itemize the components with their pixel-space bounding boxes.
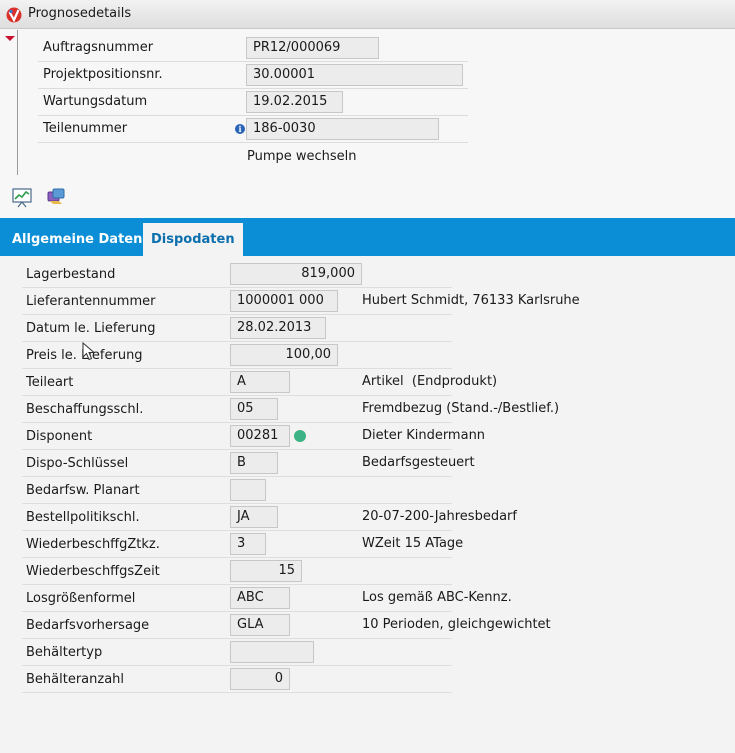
bestellpolitikschl-description: 20-07-200-Jahresbedarf: [362, 509, 517, 524]
header-divider: [17, 30, 18, 175]
datum-lieferung-field[interactable]: 28.02.2013: [230, 317, 326, 339]
beschaffungsschl-label: Beschaffungsschl.: [26, 402, 144, 417]
teileart-description: Artikel (Endprodukt): [362, 374, 498, 389]
tab-bar: Allgemeine Daten Dispodaten: [0, 218, 735, 256]
disponent-name: Dieter Kindermann: [362, 428, 486, 443]
lieferantennummer-field[interactable]: 1000001 000: [230, 290, 338, 312]
wartungsdatum-label: Wartungsdatum: [43, 94, 148, 109]
app-logo-icon: [6, 7, 22, 23]
losgroessenformel-label: Losgrößenformel: [26, 591, 136, 606]
projektposition-field[interactable]: 30.00001: [246, 64, 463, 86]
behaelteranzahl-field[interactable]: 0: [230, 668, 290, 690]
wiederbeschffgs-zeit-label: WiederbeschffgsZeit: [26, 564, 160, 579]
collapse-arrow-icon[interactable]: [5, 36, 15, 41]
disponent-label: Disponent: [26, 429, 93, 444]
disponent-field[interactable]: 00281: [230, 425, 290, 447]
teilenummer-description: Pumpe wechseln: [247, 149, 357, 164]
export-icon[interactable]: [45, 186, 67, 208]
beschaffungsschl-description: Fremdbezug (Stand.-/Bestlief.): [362, 401, 560, 416]
losgroessenformel-description: Los gemäß ABC-Kennz.: [362, 590, 512, 605]
bestellpolitikschl-label: Bestellpolitikschl.: [26, 510, 140, 525]
mouse-cursor-icon: [82, 342, 96, 361]
wartungsdatum-field[interactable]: 19.02.2015: [246, 91, 343, 113]
window-title: Prognosedetails: [28, 6, 132, 21]
wiederbeschffgs-zeit-field[interactable]: 15: [230, 560, 302, 582]
beschaffungsschl-field[interactable]: 05: [230, 398, 278, 420]
dispo-schluessel-field[interactable]: B: [230, 452, 278, 474]
lieferantennummer-label: Lieferantennummer: [26, 294, 156, 309]
behaeltertyp-label: Behältertyp: [26, 645, 103, 660]
wiederbeschffg-ztkz-description: WZeit 15 ATage: [362, 536, 464, 551]
lagerbestand-field[interactable]: 819,000: [230, 263, 362, 285]
wiederbeschffg-ztkz-field[interactable]: 3: [230, 533, 266, 555]
auftragsnummer-label: Auftragsnummer: [43, 40, 154, 55]
lagerbestand-label: Lagerbestand: [26, 267, 116, 282]
datum-lieferung-label: Datum le. Lieferung: [26, 321, 156, 336]
bestellpolitikschl-field[interactable]: JA: [230, 506, 278, 528]
title-bar: Prognosedetails: [0, 0, 735, 29]
lieferant-name: Hubert Schmidt, 76133 Karlsruhe: [362, 293, 580, 308]
tab-allgemeine-daten[interactable]: Allgemeine Daten: [4, 223, 150, 256]
teilenummer-field[interactable]: 186-0030: [246, 118, 439, 140]
teilenummer-label: Teilenummer: [43, 121, 128, 136]
auftragsnummer-field[interactable]: PR12/000069: [246, 37, 379, 59]
bedarfsvorhersage-label: Bedarfsvorhersage: [26, 618, 150, 633]
disponent-status-dot: [294, 430, 306, 442]
info-icon[interactable]: i: [235, 124, 245, 134]
tab-dispodaten[interactable]: Dispodaten: [143, 223, 243, 256]
teileart-field[interactable]: A: [230, 371, 290, 393]
teileart-label: Teileart: [26, 375, 74, 390]
chart-icon[interactable]: [11, 186, 33, 208]
behaelteranzahl-label: Behälteranzahl: [26, 672, 125, 687]
bedarfsw-planart-field[interactable]: [230, 479, 266, 501]
projektposition-label: Projektpositionsnr.: [43, 67, 163, 82]
bedarfsw-planart-label: Bedarfsw. Planart: [26, 483, 140, 498]
behaeltertyp-field[interactable]: [230, 641, 314, 663]
bedarfsvorhersage-description: 10 Perioden, gleichgewichtet: [362, 617, 551, 632]
dispo-schluessel-label: Dispo-Schlüssel: [26, 456, 129, 471]
wiederbeschffg-ztkz-label: WiederbeschffgZtkz.: [26, 537, 160, 552]
dispo-schluessel-description: Bedarfsgesteuert: [362, 455, 475, 470]
losgroessenformel-field[interactable]: ABC: [230, 587, 290, 609]
bedarfsvorhersage-field[interactable]: GLA: [230, 614, 290, 636]
preis-lieferung-field[interactable]: 100,00: [230, 344, 338, 366]
